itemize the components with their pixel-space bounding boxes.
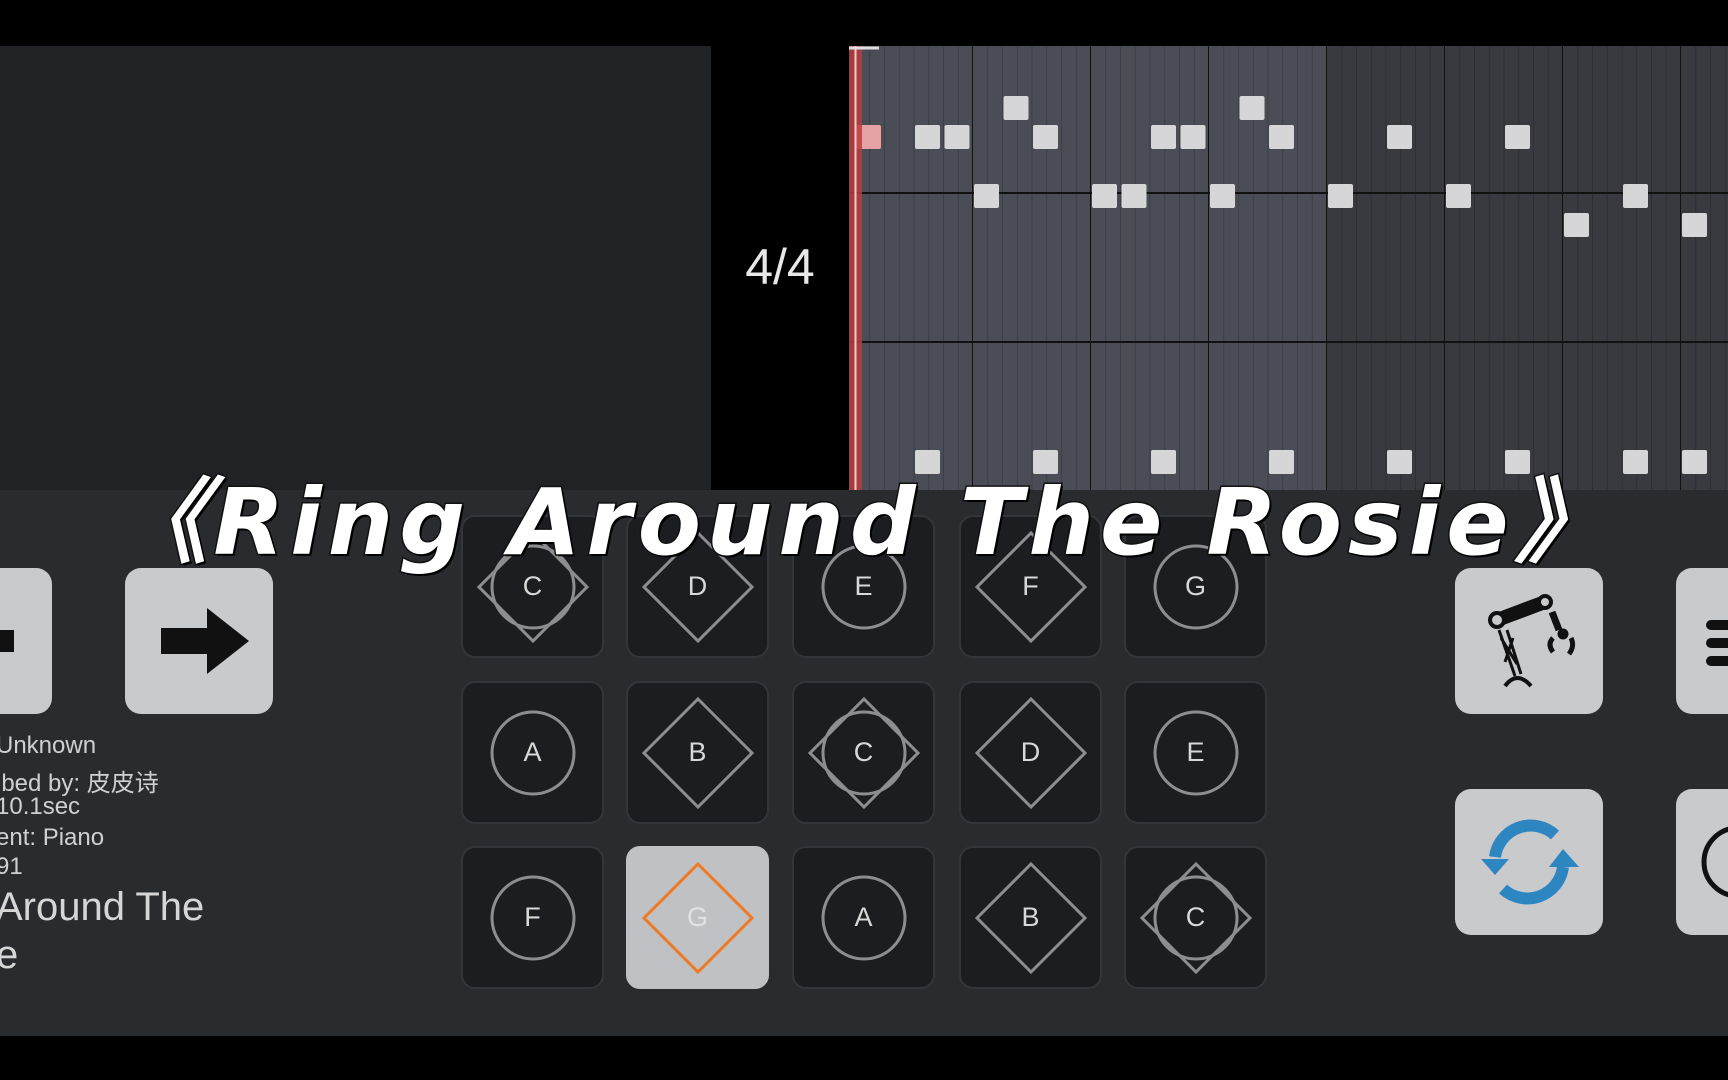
note xyxy=(1328,184,1353,208)
note xyxy=(1003,96,1029,120)
note xyxy=(1505,125,1530,149)
key-label: B xyxy=(1021,902,1040,932)
key-label: D xyxy=(1020,737,1041,767)
note xyxy=(1092,184,1117,208)
key-b[interactable]: B xyxy=(959,846,1102,989)
next-button[interactable] xyxy=(125,568,273,714)
key-label: C xyxy=(853,737,874,767)
key-label: A xyxy=(523,737,542,767)
menu-button[interactable] xyxy=(1676,568,1728,714)
robot-arm-icon xyxy=(1488,594,1576,688)
key-g[interactable]: G xyxy=(626,846,769,989)
key-label: G xyxy=(686,902,708,932)
overlay-title: 《Ring Around The Rosie》 xyxy=(114,468,1613,578)
note-timeline[interactable] xyxy=(849,46,1728,490)
note xyxy=(1033,125,1058,149)
time-signature: 4/4 xyxy=(745,239,815,295)
note xyxy=(1210,184,1235,208)
note xyxy=(944,125,970,149)
note xyxy=(915,125,940,149)
note xyxy=(1151,125,1176,149)
key-label: B xyxy=(688,737,707,767)
note xyxy=(1682,213,1707,237)
arrow-right-icon xyxy=(161,608,249,674)
key-label: A xyxy=(854,902,873,932)
key-a[interactable]: A xyxy=(792,846,935,989)
key-label: E xyxy=(1186,737,1205,767)
key-a[interactable]: A xyxy=(461,681,604,824)
note xyxy=(1239,96,1265,120)
sync-button[interactable] xyxy=(1455,789,1603,935)
clock-icon xyxy=(1701,826,1728,898)
previous-button[interactable] xyxy=(0,568,52,714)
note xyxy=(1180,125,1206,149)
key-e[interactable]: E xyxy=(1124,681,1267,824)
preview-panel xyxy=(0,46,711,490)
song-title-continued: e xyxy=(0,933,19,977)
song-title: Around The xyxy=(0,885,205,929)
key-label: F xyxy=(524,902,541,932)
duration-info: 10.1sec xyxy=(0,793,81,820)
sync-icon xyxy=(1481,819,1579,905)
menu-icon xyxy=(1706,620,1728,666)
note xyxy=(1269,125,1294,149)
note xyxy=(1121,184,1147,208)
note xyxy=(1623,184,1648,208)
instrument-info: ent: Piano xyxy=(0,824,105,851)
note xyxy=(1387,125,1412,149)
key-f[interactable]: F xyxy=(461,846,604,989)
note xyxy=(1446,184,1471,208)
key-label: C xyxy=(1185,902,1206,932)
key-c[interactable]: C xyxy=(1124,846,1267,989)
measure-bg xyxy=(1681,46,1728,490)
key-c[interactable]: C xyxy=(792,681,935,824)
artist-info: Unknown xyxy=(0,732,97,759)
note-count-info: 91 xyxy=(0,853,23,880)
key-d[interactable]: D xyxy=(959,681,1102,824)
auto-play-button[interactable] xyxy=(1455,568,1603,714)
arrow-left-icon xyxy=(0,630,14,652)
note xyxy=(1564,213,1589,237)
extra-button[interactable] xyxy=(1676,789,1728,935)
key-b[interactable]: B xyxy=(626,681,769,824)
note xyxy=(974,184,999,208)
